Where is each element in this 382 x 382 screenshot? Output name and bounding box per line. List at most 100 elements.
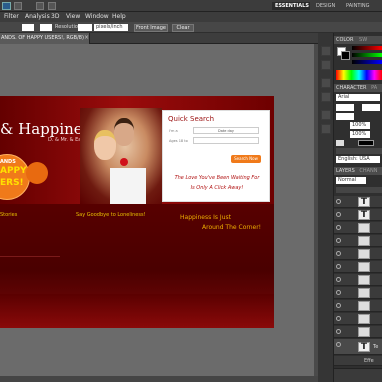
resolution-field[interactable] <box>78 24 92 31</box>
document-tab[interactable]: ANDS. OF HAPPY USERS!, RGB/8) × <box>0 33 90 44</box>
layers-panel-header: LAYERS CHANN <box>334 167 382 175</box>
eye-icon[interactable] <box>336 251 341 256</box>
menu-filter[interactable]: Filter <box>4 13 19 21</box>
eye-icon[interactable] <box>336 225 341 230</box>
workspace-essentials-button[interactable]: ESSENTIALS <box>272 2 310 10</box>
happiness-line-2: Around The Corner! <box>202 224 262 231</box>
stories-text: Stories <box>0 212 18 218</box>
application-bar: ESSENTIALS DESIGN PAINTING <box>0 0 382 12</box>
lock-icons[interactable] <box>336 187 382 193</box>
actions-icon[interactable] <box>321 60 331 70</box>
eye-icon[interactable] <box>336 238 341 243</box>
website-mockup[interactable]: & Happiness D. & Mr. & Eazy ANDS APPY ER… <box>0 96 274 328</box>
layer-row[interactable] <box>334 313 382 325</box>
color-slider-g[interactable] <box>352 53 382 57</box>
layer-thumb <box>358 314 370 324</box>
tracking-field[interactable] <box>336 113 354 120</box>
divider-line <box>0 256 60 257</box>
search-field-1[interactable]: Date day <box>193 127 259 134</box>
close-tab-icon[interactable]: × <box>84 34 89 41</box>
eye-icon[interactable] <box>336 199 341 204</box>
text-style-buttons[interactable] <box>336 148 382 154</box>
goodbye-text: Say Goodbye to Loneliness! <box>76 212 146 218</box>
font-size-field[interactable] <box>336 104 354 111</box>
eye-icon[interactable] <box>336 342 341 347</box>
font-family-select[interactable]: Arial <box>336 94 380 101</box>
paragraph-tab[interactable]: PA <box>368 85 377 91</box>
eye-icon[interactable] <box>336 290 341 295</box>
clear-button[interactable]: Clear <box>172 24 194 32</box>
paragraph-icon[interactable] <box>321 124 331 134</box>
layer-row[interactable] <box>334 261 382 273</box>
eye-icon[interactable] <box>336 316 341 321</box>
effects-label: Effe <box>364 358 374 364</box>
layer-row[interactable] <box>334 274 382 286</box>
color-slider-r[interactable] <box>352 46 382 50</box>
horizontal-scale-field[interactable]: 100% <box>350 131 370 138</box>
eye-icon[interactable] <box>336 329 341 334</box>
bridge-icon[interactable] <box>14 2 22 10</box>
layer-thumb <box>358 262 370 272</box>
text-color-swatch[interactable] <box>358 140 374 146</box>
layers-tab[interactable]: LAYERS <box>334 168 355 174</box>
height-field[interactable] <box>40 24 52 31</box>
layer-row[interactable] <box>334 222 382 234</box>
color-tab[interactable]: COLOR <box>334 37 353 43</box>
arrange-icon[interactable] <box>36 2 44 10</box>
ps-logo-icon <box>2 2 11 10</box>
screen-mode-icon[interactable] <box>48 2 56 10</box>
character-icon[interactable] <box>321 110 331 120</box>
leading-field[interactable] <box>362 104 380 111</box>
badge-line-2: APPY <box>0 166 27 176</box>
search-field-2[interactable] <box>193 137 259 144</box>
width-field[interactable] <box>22 24 34 31</box>
layer-row[interactable] <box>334 248 382 260</box>
menu-analysis[interactable]: Analysis <box>25 13 50 21</box>
layer-row-selected[interactable]: T Te <box>334 339 382 355</box>
layer-row[interactable]: T <box>334 209 382 221</box>
quick-search-title: Quick Search <box>168 115 215 123</box>
workspace-painting-button[interactable]: PAINTING <box>346 2 376 10</box>
eye-icon[interactable] <box>336 264 341 269</box>
resolution-unit-select[interactable]: pixels/inch <box>94 24 128 31</box>
channels-tab[interactable]: CHANN <box>356 168 377 174</box>
eye-icon[interactable] <box>336 303 341 308</box>
menu-help[interactable]: Help <box>112 13 126 21</box>
front-image-button[interactable]: Front Image <box>134 24 168 32</box>
layer-effects-row[interactable]: Effe <box>334 356 382 366</box>
quick-search-box: Quick Search I'm a Date day Ages 18 to S… <box>162 110 270 202</box>
couple-photo <box>80 108 162 204</box>
blend-mode-select[interactable]: Normal <box>336 177 366 184</box>
search-now-button[interactable]: Search Now <box>231 155 261 163</box>
layer-thumb <box>358 288 370 298</box>
menu-view[interactable]: View <box>66 13 80 21</box>
brush-icon[interactable] <box>321 78 331 88</box>
color-slider-b[interactable] <box>352 60 382 64</box>
vertical-scale-field[interactable]: 100% <box>350 122 370 129</box>
menu-3d[interactable]: 3D <box>51 13 59 21</box>
menu-window[interactable]: Window <box>85 13 109 21</box>
horizontal-scrollbar[interactable] <box>0 376 318 382</box>
eye-icon[interactable] <box>336 212 341 217</box>
language-select[interactable]: English: USA <box>336 156 380 163</box>
character-panel-header: CHARACTER PA <box>334 84 382 92</box>
color-panel-header: COLOR SW <box>334 36 382 44</box>
history-icon[interactable] <box>321 46 331 56</box>
background-swatch[interactable] <box>341 51 350 60</box>
badge-circle-small <box>26 162 48 184</box>
badge-line-1: ANDS <box>0 159 16 165</box>
layer-row[interactable] <box>334 235 382 247</box>
layer-thumb <box>358 275 370 285</box>
workspace-design-button[interactable]: DESIGN <box>316 2 340 10</box>
layer-row[interactable] <box>334 287 382 299</box>
eye-icon[interactable] <box>336 277 341 282</box>
layer-row[interactable] <box>334 300 382 312</box>
character-tab[interactable]: CHARACTER <box>334 85 366 91</box>
clone-icon[interactable] <box>321 92 331 102</box>
color-spectrum[interactable] <box>336 70 382 80</box>
layer-thumb <box>358 249 370 259</box>
swatches-tab[interactable]: SW <box>355 37 367 43</box>
layer-row[interactable] <box>334 326 382 338</box>
rose-icon <box>120 158 128 166</box>
layer-row[interactable]: T <box>334 196 382 208</box>
